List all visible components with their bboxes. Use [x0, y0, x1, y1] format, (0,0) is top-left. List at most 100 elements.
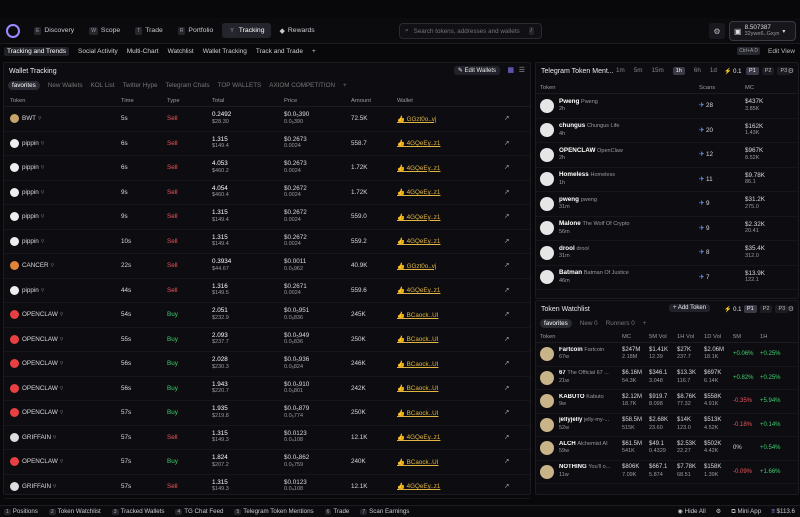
subnav-item[interactable]: Tracking and Trends	[4, 46, 70, 56]
wallet-tab[interactable]: TOP WALLETS	[218, 82, 262, 89]
token-cell[interactable]: OPENCLAW ▿	[10, 334, 63, 344]
wallet-selector[interactable]: ▣ 8.507387 32ywe6..Gxyn ▾	[729, 21, 796, 41]
bottom-tab-scan-earnings[interactable]: 7 Scan Earnings	[360, 508, 409, 515]
column-header[interactable]: Amount	[351, 98, 371, 104]
subnav-item[interactable]: Watchlist	[168, 48, 194, 55]
filter-icon[interactable]: ▿	[41, 164, 44, 171]
filter-icon[interactable]: ▿	[60, 311, 63, 318]
preset[interactable]: P1	[744, 305, 757, 313]
watchlist-row[interactable]: ALCH Alchemist AI 59w $61.5M 541K $49.1 0.432…	[536, 437, 798, 461]
external-link-icon[interactable]: ↗	[504, 385, 509, 392]
external-link-icon[interactable]: ↗	[504, 115, 509, 122]
filter-icon[interactable]: ▿	[60, 409, 63, 416]
wallet-link[interactable]: 👍 4GQeEy..z1	[397, 213, 440, 221]
table-row[interactable]: pippin ▿ 10s Sell 1.315 $149.4 $0.2672 0.0024 55…	[4, 230, 530, 254]
tg-row[interactable]: Homeless Homeless 1h ✈ 11 $9.78K 86.1	[536, 168, 798, 192]
filter-icon[interactable]: ▿	[53, 434, 56, 441]
table-row[interactable]: pippin ▿ 6s Sell 1.315 $149.4 $0.2673 0.0024 558…	[4, 132, 530, 156]
bottom-tab-trade[interactable]: 6 Trade	[324, 508, 349, 515]
external-link-icon[interactable]: ↗	[504, 287, 509, 294]
wallet-link[interactable]: 👍 BCaock..UI	[397, 409, 438, 417]
search-bar[interactable]: ⌕ /	[399, 23, 542, 39]
time-option[interactable]: 15m	[652, 67, 664, 75]
token-cell[interactable]: pippin ▿	[10, 285, 44, 295]
filter-icon[interactable]: ▿	[60, 458, 63, 465]
tg-row[interactable]: drool drool 31m ✈ 8 $35.4K 312.0	[536, 241, 798, 266]
column-header[interactable]: 5M	[733, 334, 741, 340]
external-link-icon[interactable]: ↗	[504, 336, 509, 343]
nav-item-trade[interactable]: T Trade	[129, 23, 169, 38]
filter-icon[interactable]: ▿	[60, 385, 63, 392]
wallet-link[interactable]: 👍 GGzt0o..vj	[397, 262, 436, 270]
external-link-icon[interactable]: ↗	[504, 140, 509, 147]
tg-row[interactable]: pweng pweng 31m ✈ 9 $31.2K 275.0	[536, 192, 798, 217]
token-cell[interactable]: BWT ▿	[10, 114, 41, 124]
wallet-link[interactable]: 👍 BCaock..UI	[397, 384, 438, 392]
wallet-link[interactable]: 👍 4GQeEy..z1	[397, 188, 440, 196]
table-row[interactable]: GRIFFAIN ▿ 57s Sell 1.315 $149.3 $0.0123 0.0₄10…	[4, 475, 530, 499]
bottom-tab-positions[interactable]: 1 Positions	[4, 508, 38, 515]
filter-icon[interactable]: ▿	[41, 213, 44, 220]
column-header[interactable]: Time	[121, 98, 134, 104]
tg-row[interactable]: Malone The Wolf Of Crypto 56m ✈ 9 $2.32K 20.…	[536, 217, 798, 241]
wallet-link[interactable]: 👍 4GQeEy..z1	[397, 286, 440, 294]
tg-row[interactable]: chungus Chungus Life 4h ✈ 20 $162K 1.43K	[536, 119, 798, 143]
subnav-item[interactable]: Multi-Chart	[127, 48, 159, 55]
token-cell[interactable]: CANCER ▿	[10, 261, 54, 271]
watchlist-row[interactable]: jellyjelly jelly-my-... 52w $58.5M 515K $2.6…	[536, 414, 798, 437]
column-header[interactable]: Total	[212, 98, 224, 104]
tg-row[interactable]: OPENCLAW OpenClaw 2h ✈ 12 $967K 8.52K	[536, 143, 798, 168]
column-header[interactable]: Wallet	[397, 98, 413, 104]
watchlist-row[interactable]: KABUTO Kabuto 9w $2.12M 18.7K $919.7 8.098 $8.…	[536, 390, 798, 414]
edit-wallets-button[interactable]: ✎ Edit Wallets	[453, 66, 500, 75]
nav-item-portfolio[interactable]: R Portfolio	[172, 23, 220, 38]
bottom-tab-token-watchlist[interactable]: 2 Token Watchlist	[48, 508, 101, 515]
time-option[interactable]: 6h	[694, 67, 701, 75]
filter-icon[interactable]: ▿	[60, 360, 63, 367]
external-link-icon[interactable]: ↗	[504, 262, 509, 269]
column-header[interactable]: Type	[167, 98, 180, 104]
external-link-icon[interactable]: ↗	[504, 458, 509, 465]
wallet-tab[interactable]: favorites	[8, 81, 40, 90]
add-token-button[interactable]: + Add Token	[669, 304, 711, 312]
token-cell[interactable]: OPENCLAW ▿	[10, 457, 63, 467]
column-header[interactable]: Token	[540, 334, 555, 340]
subnav-item[interactable]: Wallet Tracking	[203, 48, 247, 55]
wallet-tab[interactable]: KOL List	[91, 82, 115, 89]
column-header[interactable]: MC	[745, 85, 754, 91]
quick-buy-amount[interactable]: ⚡ 0.1	[724, 68, 741, 75]
filter-icon[interactable]: ▿	[41, 140, 44, 147]
edit-view-button[interactable]: Edit View	[768, 48, 795, 55]
external-link-icon[interactable]: ↗	[504, 409, 509, 416]
column-header[interactable]: MC	[622, 334, 631, 340]
wallet-link[interactable]: 👍 4GQeEy..z1	[397, 482, 440, 490]
column-header[interactable]: Token	[10, 98, 25, 104]
token-cell[interactable]: OPENCLAW ▿	[10, 408, 63, 418]
token-cell[interactable]: pippin ▿	[10, 187, 44, 197]
wallet-tab[interactable]: +	[343, 82, 347, 89]
column-header[interactable]: 5M Vol	[649, 334, 667, 340]
table-row[interactable]: OPENCLAW ▿ 57s Buy 1.935 $219.8 $0.0₅879 0.0₆77…	[4, 401, 530, 426]
hide-all-button[interactable]: ◉ Hide All	[678, 508, 706, 515]
column-header[interactable]: 1H Vol	[677, 334, 694, 340]
column-header[interactable]: Scans	[699, 85, 715, 91]
settings-gear-icon[interactable]: ⚙	[709, 23, 725, 39]
time-option[interactable]: 1m	[616, 67, 625, 75]
wallet-link[interactable]: 👍 BCaock..UI	[397, 311, 438, 319]
external-link-icon[interactable]: ↗	[504, 311, 509, 318]
bottom-tab-telegram-token-mentions[interactable]: 5 Telegram Token Mentions	[234, 508, 314, 515]
token-cell[interactable]: pippin ▿	[10, 138, 44, 148]
tg-row[interactable]: Pweng Pweng 2h ✈ 28 $437K 3.85K	[536, 94, 798, 119]
external-link-icon[interactable]: ↗	[504, 213, 509, 220]
time-option[interactable]: 1h	[672, 67, 685, 75]
wallet-link[interactable]: 👍 4GQeEy..z1	[397, 433, 440, 441]
wallet-link[interactable]: 👍 BCaock..UI	[397, 360, 438, 368]
nav-item-rewards[interactable]: ◆ Rewards	[274, 23, 321, 38]
filter-icon[interactable]: ▿	[53, 483, 56, 490]
filter-icon[interactable]: ▿	[51, 262, 54, 269]
table-row[interactable]: OPENCLAW ▿ 54s Buy 2.051 $232.9 $0.0₅951 0.0₆83…	[4, 303, 530, 328]
watchlist-row[interactable]: Fartcoin Fartcoin 67w $247M 2.18M $1.41K 12.3…	[536, 343, 798, 367]
grid-view-icon[interactable]: ▦	[507, 66, 514, 74]
table-row[interactable]: pippin ▿ 6s Sell 4.053 $460.2 $0.2673 0.0024 1.7…	[4, 156, 530, 181]
tg-row[interactable]: Batman Batman Of Justice 46m ✈ 7 $13.9K 122.…	[536, 266, 798, 290]
